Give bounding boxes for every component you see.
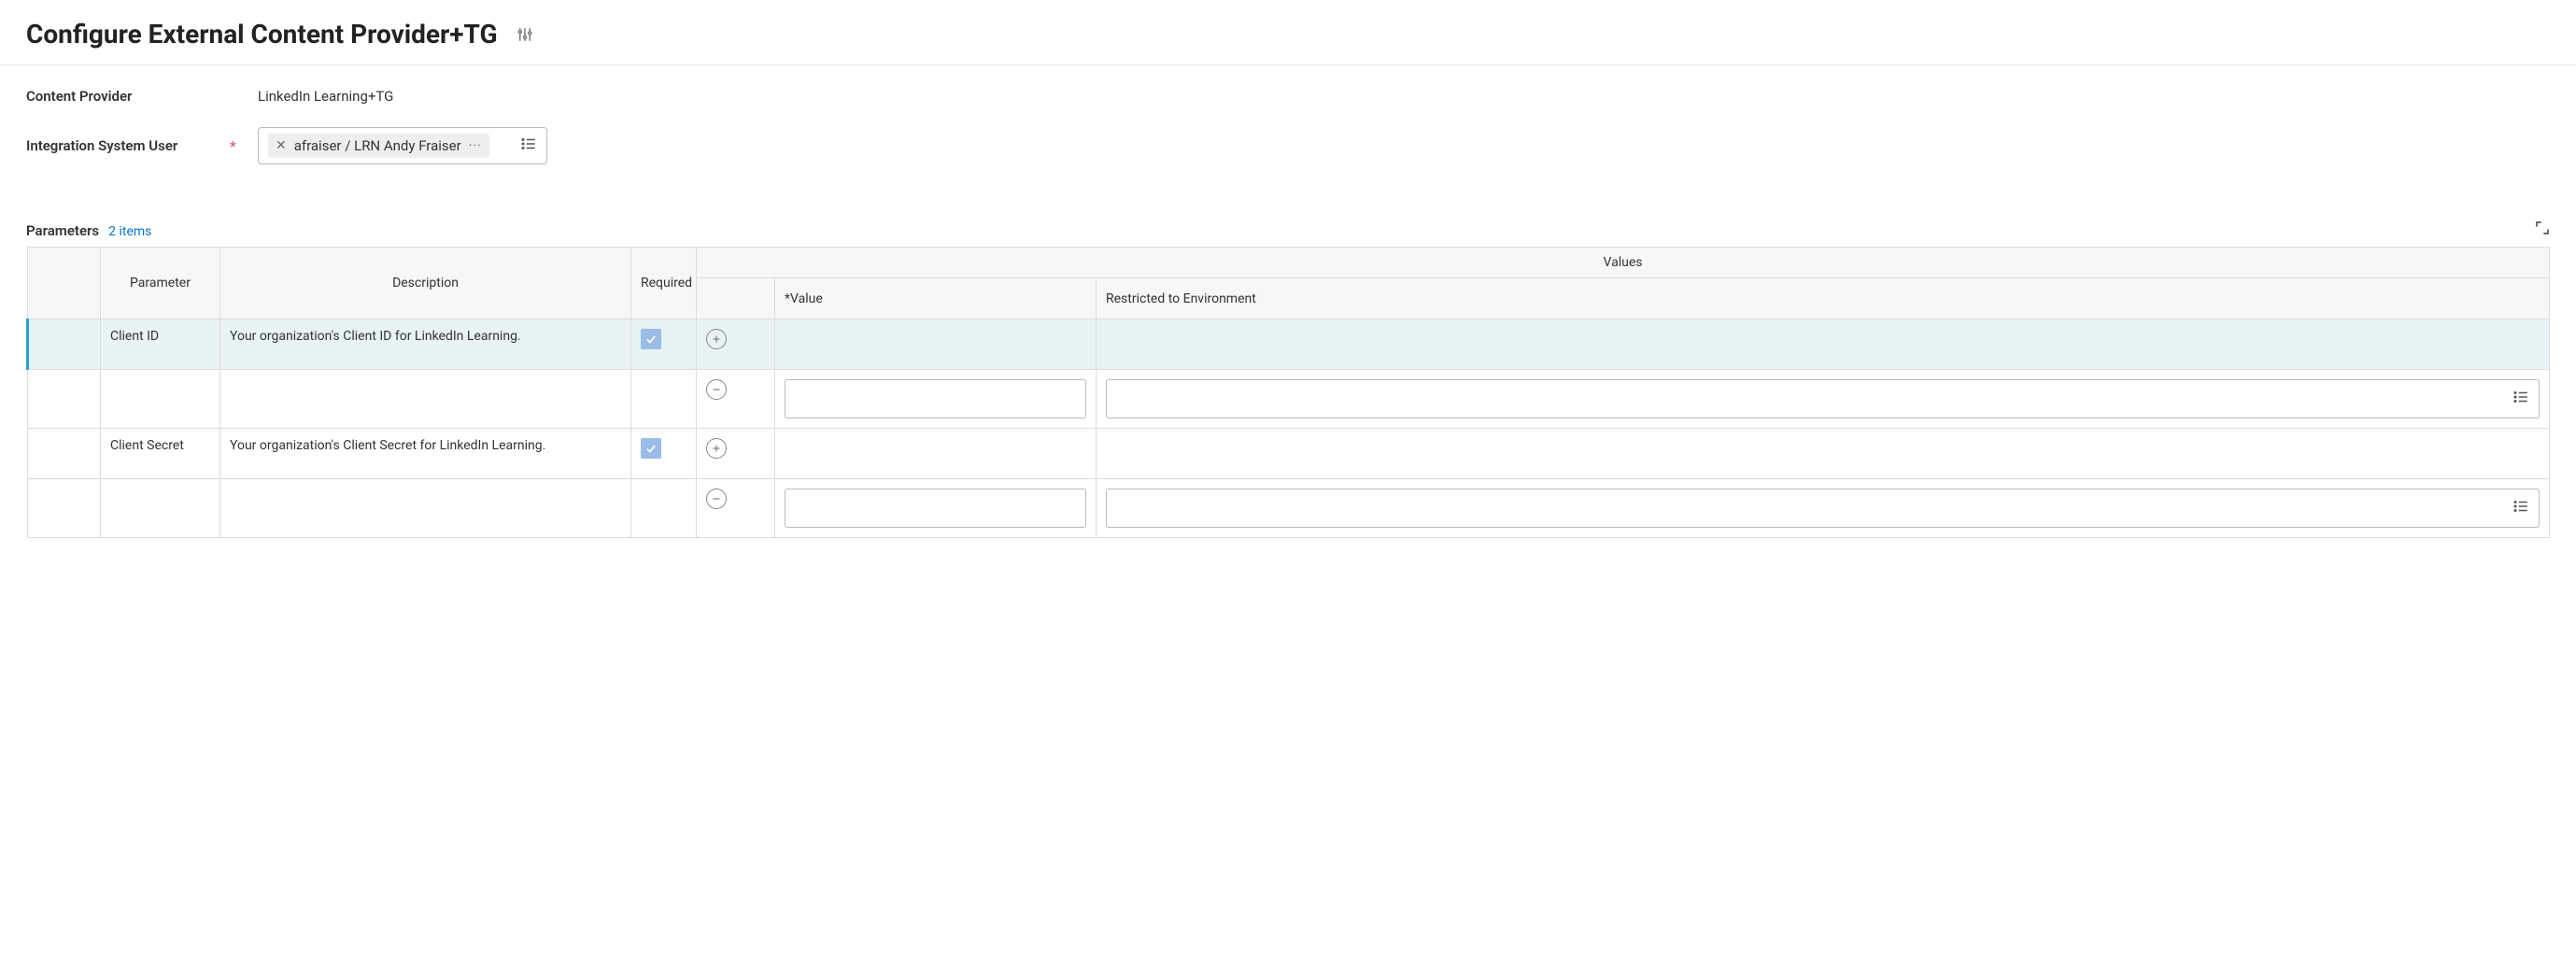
cell-value	[775, 429, 1097, 479]
cell-required	[631, 319, 697, 370]
cell-value	[775, 370, 1097, 429]
col-environment-header: Restricted to Environment	[1097, 278, 2550, 319]
col-required-header: Required	[631, 248, 697, 319]
row-handle[interactable]	[28, 370, 101, 429]
environment-input[interactable]	[1106, 379, 2540, 418]
cell-parameter: Client ID	[101, 319, 220, 370]
required-asterisk: *	[230, 137, 258, 155]
cell-action	[697, 429, 775, 479]
checkbox-checked-icon	[641, 438, 661, 459]
parameters-count: 2 items	[108, 224, 151, 239]
cell-description	[220, 479, 631, 538]
col-handle-header	[28, 248, 101, 319]
chip-more-icon[interactable]: ···	[469, 138, 482, 153]
parameters-title: Parameters	[26, 222, 99, 239]
cell-description: Your organization's Client Secret for Li…	[220, 429, 631, 479]
col-value-header: *Value	[775, 278, 1097, 319]
checkbox-checked-icon	[641, 329, 661, 349]
table-row	[28, 479, 2550, 538]
cell-parameter	[101, 479, 220, 538]
row-handle[interactable]	[28, 429, 101, 479]
cell-description: Your organization's Client ID for Linked…	[220, 319, 631, 370]
cell-action	[697, 479, 775, 538]
cell-environment	[1097, 479, 2550, 538]
list-icon[interactable]	[520, 135, 537, 156]
cell-description	[220, 370, 631, 429]
cell-value	[775, 479, 1097, 538]
parameters-header: Parameters 2 items	[26, 220, 2550, 239]
header-divider	[0, 64, 2576, 65]
col-description-header: Description	[220, 248, 631, 319]
settings-icon[interactable]	[517, 26, 533, 43]
remove-chip-icon[interactable]: ✕	[276, 139, 287, 152]
integration-user-input[interactable]: ✕ afraiser / LRN Andy Fraiser ···	[258, 127, 547, 164]
cell-parameter	[101, 370, 220, 429]
table-row[interactable]: Client ID Your organization's Client ID …	[28, 319, 2550, 370]
list-icon[interactable]	[2512, 389, 2529, 409]
cell-environment	[1097, 370, 2550, 429]
cell-action	[697, 370, 775, 429]
remove-row-button[interactable]	[706, 379, 727, 400]
row-handle[interactable]	[28, 319, 101, 370]
cell-environment	[1097, 319, 2550, 370]
expand-icon[interactable]	[2535, 220, 2550, 239]
cell-environment	[1097, 429, 2550, 479]
list-icon[interactable]	[2512, 498, 2529, 518]
cell-required	[631, 370, 697, 429]
user-chip: ✕ afraiser / LRN Andy Fraiser ···	[268, 134, 489, 158]
page-title: Configure External Content Provider+TG	[26, 19, 498, 50]
integration-user-label: Integration System User	[26, 137, 230, 154]
row-handle[interactable]	[28, 479, 101, 538]
content-provider-row: Content Provider LinkedIn Learning+TG	[26, 88, 2550, 105]
parameters-table: Parameter Description Required Values *V…	[26, 247, 2550, 538]
environment-input[interactable]	[1106, 489, 2540, 528]
remove-row-button[interactable]	[706, 489, 727, 509]
table-row	[28, 370, 2550, 429]
content-provider-value: LinkedIn Learning+TG	[258, 88, 393, 105]
col-action-header	[697, 278, 775, 319]
cell-action	[697, 319, 775, 370]
add-row-button[interactable]	[706, 438, 727, 459]
user-chip-label: afraiser / LRN Andy Fraiser	[294, 137, 461, 154]
value-input[interactable]	[785, 379, 1086, 418]
col-parameter-header: Parameter	[101, 248, 220, 319]
add-row-button[interactable]	[706, 329, 727, 349]
value-input[interactable]	[785, 489, 1086, 528]
content-provider-label: Content Provider	[26, 88, 230, 105]
integration-user-row: Integration System User * ✕ afraiser / L…	[26, 127, 2550, 164]
cell-value	[775, 319, 1097, 370]
col-values-group-header: Values	[697, 248, 2550, 278]
page-header: Configure External Content Provider+TG	[26, 19, 2550, 50]
cell-required	[631, 479, 697, 538]
cell-parameter: Client Secret	[101, 429, 220, 479]
table-row[interactable]: Client Secret Your organization's Client…	[28, 429, 2550, 479]
cell-required	[631, 429, 697, 479]
